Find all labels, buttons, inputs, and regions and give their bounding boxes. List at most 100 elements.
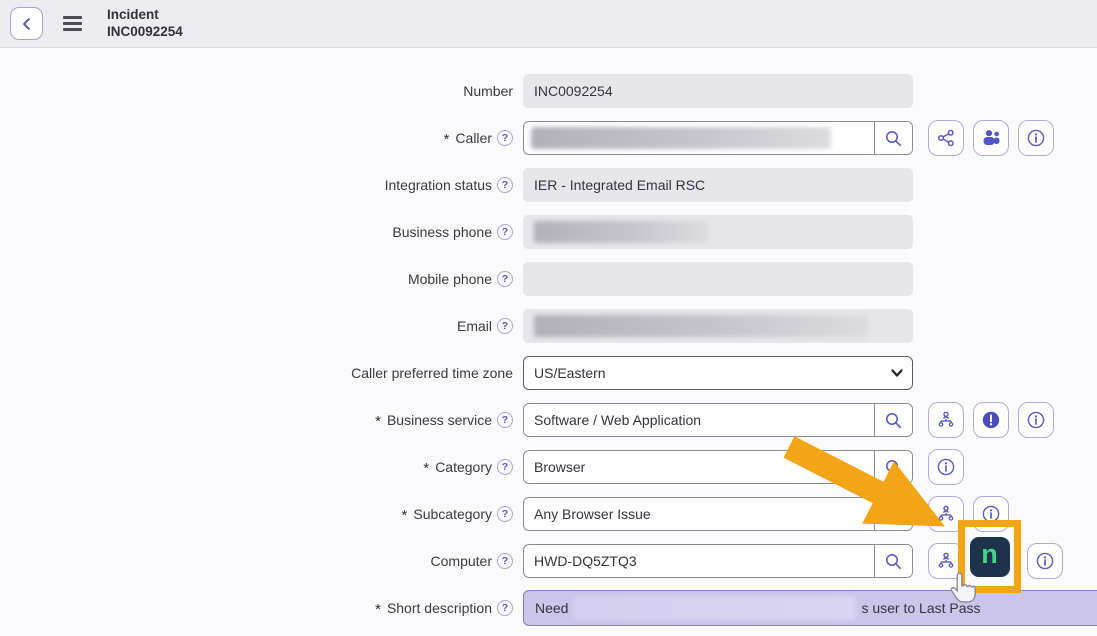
record-type: Incident bbox=[107, 7, 183, 23]
email-label: Email ? bbox=[0, 318, 513, 334]
help-icon[interactable]: ? bbox=[497, 224, 513, 240]
mobile-phone-field bbox=[523, 262, 913, 296]
record-number: INC0092254 bbox=[107, 24, 183, 40]
field-row-timezone: Caller preferred time zone US/Eastern bbox=[0, 356, 1097, 390]
required-marker: * bbox=[423, 460, 429, 477]
computer-input[interactable] bbox=[524, 545, 874, 577]
field-row-email: Email ? bbox=[0, 309, 1097, 343]
help-icon[interactable]: ? bbox=[497, 553, 513, 569]
help-icon[interactable]: ? bbox=[497, 506, 513, 522]
field-row-short-description: * Short description ? Need s user to Las… bbox=[0, 591, 1097, 625]
field-row-computer: Computer ? bbox=[0, 544, 1097, 578]
caller-label: * Caller ? bbox=[0, 130, 513, 147]
caller-org-chart-button[interactable] bbox=[928, 120, 964, 156]
field-row-number: Number INC0092254 bbox=[0, 74, 1097, 108]
business-service-label: * Business service ? bbox=[0, 412, 513, 429]
timezone-select[interactable]: US/Eastern bbox=[523, 356, 913, 390]
search-icon bbox=[884, 458, 903, 477]
info-icon bbox=[1026, 128, 1046, 148]
nexthink-icon: n bbox=[981, 541, 998, 568]
nexthink-button[interactable]: n bbox=[970, 537, 1010, 577]
subcategory-input[interactable] bbox=[524, 498, 874, 530]
teams-icon bbox=[980, 127, 1002, 149]
business-phone-field bbox=[523, 215, 913, 249]
business-phone-label: Business phone ? bbox=[0, 224, 513, 240]
business-service-alert-button[interactable] bbox=[973, 402, 1009, 438]
business-phone-redacted-value bbox=[534, 221, 709, 243]
annotation-highlight-box: n bbox=[958, 520, 1021, 593]
org-chart-icon bbox=[936, 504, 956, 524]
number-label: Number bbox=[0, 83, 513, 99]
email-redacted-value bbox=[534, 315, 869, 337]
caller-lookup-button[interactable] bbox=[874, 122, 912, 154]
info-icon bbox=[1035, 551, 1055, 571]
category-lookup-button[interactable] bbox=[874, 451, 912, 483]
help-icon[interactable]: ? bbox=[497, 459, 513, 475]
business-service-reference-group bbox=[523, 403, 913, 437]
category-info-button[interactable] bbox=[928, 449, 964, 485]
caller-redacted-value bbox=[531, 127, 831, 149]
field-row-integration-status: Integration status ? IER - Integrated Em… bbox=[0, 168, 1097, 202]
short-description-input[interactable]: Need s user to Last Pass bbox=[523, 590, 1097, 626]
help-icon[interactable]: ? bbox=[497, 318, 513, 334]
field-row-category: * Category ? bbox=[0, 450, 1097, 484]
field-row-mobile-phone: Mobile phone ? bbox=[0, 262, 1097, 296]
business-service-input[interactable] bbox=[524, 404, 874, 436]
field-row-business-service: * Business service ? bbox=[0, 403, 1097, 437]
integration-status-field: IER - Integrated Email RSC bbox=[523, 168, 913, 202]
help-icon[interactable]: ? bbox=[497, 130, 513, 146]
email-field bbox=[523, 309, 913, 343]
org-chart-icon bbox=[936, 410, 956, 430]
integration-status-label: Integration status ? bbox=[0, 177, 513, 193]
mobile-phone-label: Mobile phone ? bbox=[0, 271, 513, 287]
business-service-hierarchy-button[interactable] bbox=[928, 402, 964, 438]
share-icon bbox=[936, 128, 956, 148]
number-field: INC0092254 bbox=[523, 74, 913, 108]
info-icon bbox=[936, 457, 956, 477]
form-header: Incident INC0092254 bbox=[0, 0, 1097, 48]
short-description-redacted-value bbox=[573, 596, 856, 620]
required-marker: * bbox=[375, 413, 381, 430]
subcategory-reference-group bbox=[523, 497, 913, 531]
page-title: Incident INC0092254 bbox=[107, 7, 183, 40]
computer-lookup-button[interactable] bbox=[874, 545, 912, 577]
computer-info-button[interactable] bbox=[1027, 543, 1063, 579]
category-label: * Category ? bbox=[0, 459, 513, 476]
incident-form: Number INC0092254 * Caller ? bbox=[0, 48, 1097, 625]
search-icon bbox=[884, 129, 903, 148]
category-reference-group bbox=[523, 450, 913, 484]
field-row-caller: * Caller ? bbox=[0, 121, 1097, 155]
short-description-label: * Short description ? bbox=[0, 600, 513, 617]
field-row-business-phone: Business phone ? bbox=[0, 215, 1097, 249]
search-icon bbox=[884, 505, 903, 524]
required-marker: * bbox=[402, 507, 408, 524]
timezone-label: Caller preferred time zone bbox=[0, 365, 513, 381]
computer-reference-group bbox=[523, 544, 913, 578]
org-chart-icon bbox=[936, 551, 956, 571]
short-description-text-prefix: Need bbox=[535, 600, 568, 616]
business-service-lookup-button[interactable] bbox=[874, 404, 912, 436]
caller-teams-button[interactable] bbox=[973, 120, 1009, 156]
subcategory-label: * Subcategory ? bbox=[0, 506, 513, 523]
help-icon[interactable]: ? bbox=[497, 271, 513, 287]
business-service-info-button[interactable] bbox=[1018, 402, 1054, 438]
search-icon bbox=[884, 552, 903, 571]
subcategory-lookup-button[interactable] bbox=[874, 498, 912, 530]
caller-reference-group bbox=[523, 121, 913, 155]
category-input[interactable] bbox=[524, 451, 874, 483]
alert-icon bbox=[981, 410, 1001, 430]
back-button[interactable] bbox=[10, 7, 43, 40]
short-description-text-suffix: s user to Last Pass bbox=[861, 600, 980, 616]
help-icon[interactable]: ? bbox=[497, 177, 513, 193]
computer-label: Computer ? bbox=[0, 553, 513, 569]
help-icon[interactable]: ? bbox=[497, 412, 513, 428]
context-menu-icon[interactable] bbox=[63, 16, 82, 30]
caller-info-button[interactable] bbox=[1018, 120, 1054, 156]
help-icon[interactable]: ? bbox=[497, 600, 513, 616]
info-icon bbox=[1026, 410, 1046, 430]
required-marker: * bbox=[444, 131, 450, 148]
field-row-subcategory: * Subcategory ? bbox=[0, 497, 1097, 531]
required-marker: * bbox=[375, 601, 381, 618]
search-icon bbox=[884, 411, 903, 430]
chevron-left-icon bbox=[20, 17, 34, 31]
